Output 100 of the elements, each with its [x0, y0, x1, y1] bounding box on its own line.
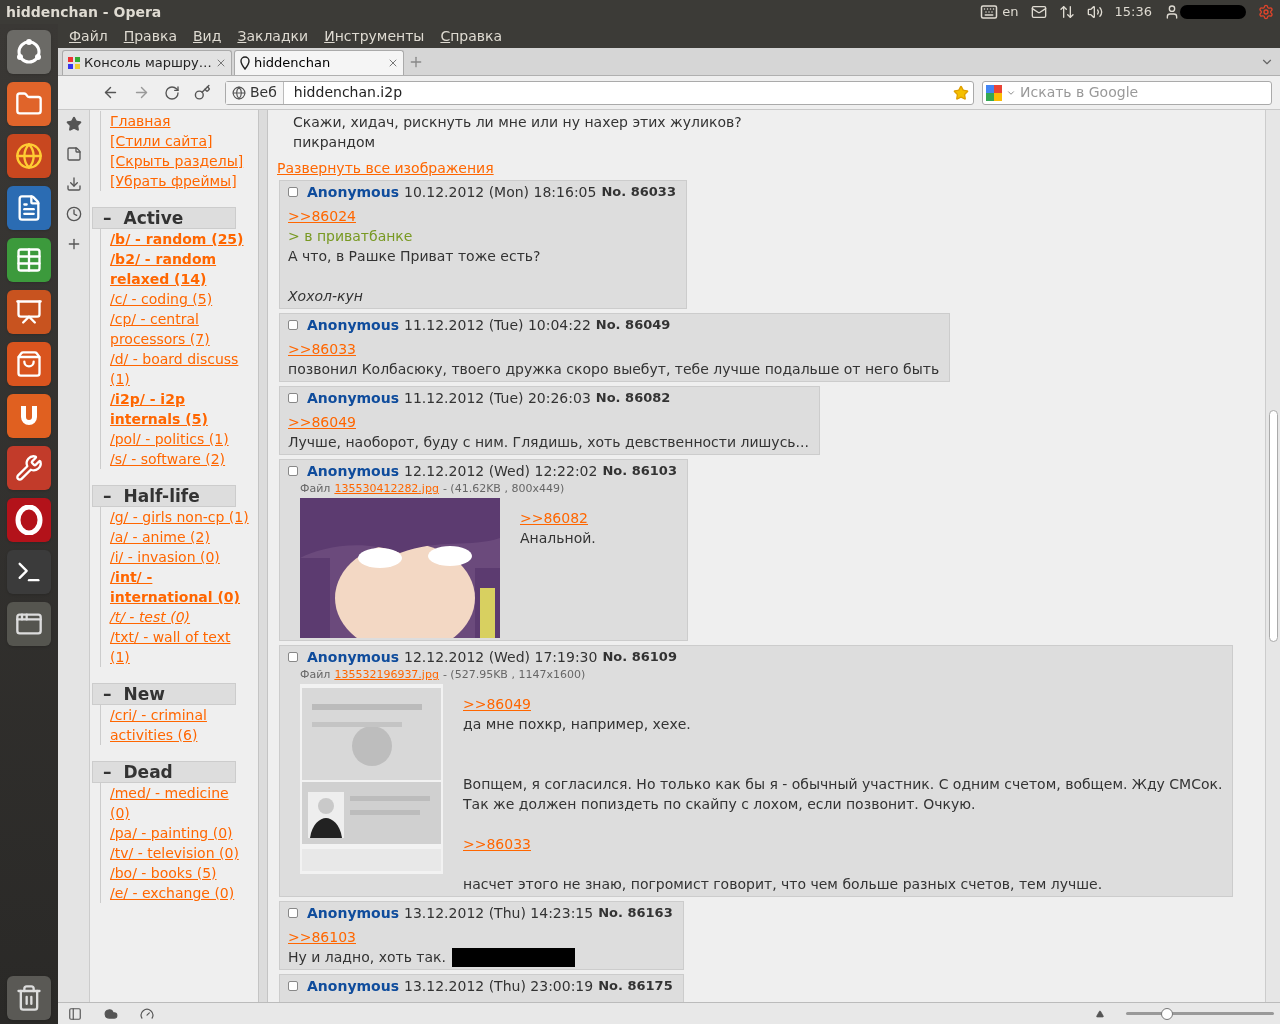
section-header[interactable]: – Active	[92, 207, 236, 229]
board-link[interactable]: /txt/ - wall of text (1)	[110, 627, 250, 667]
cloud-icon[interactable]	[104, 1006, 118, 1021]
reply-link[interactable]: >>86049	[288, 414, 356, 430]
board-link[interactable]: /b/ - random (25)	[110, 229, 244, 249]
back-icon[interactable]	[102, 84, 119, 101]
menu-item[interactable]: Правка	[123, 25, 177, 47]
site-info-button[interactable]: Веб	[226, 81, 284, 104]
power-gear-icon[interactable]	[1258, 4, 1274, 20]
clock[interactable]: 15:36	[1114, 2, 1152, 22]
sidebar-link[interactable]: [Стили сайта]	[110, 131, 213, 151]
menu-item[interactable]: Файл	[69, 25, 108, 47]
star-icon[interactable]	[65, 116, 82, 132]
select-checkbox[interactable]	[288, 981, 298, 991]
download-icon[interactable]	[65, 176, 82, 192]
reply-link[interactable]: >>86049	[463, 696, 531, 712]
browser-icon[interactable]	[7, 134, 51, 178]
note-icon[interactable]	[65, 146, 82, 162]
magnet-icon[interactable]	[7, 394, 51, 438]
shopping-bag-icon[interactable]	[7, 342, 51, 386]
sidebar-link[interactable]: [Убрать фреймы]	[110, 171, 237, 191]
mail-icon[interactable]	[1030, 4, 1047, 20]
post-number[interactable]: No. 86082	[595, 388, 671, 408]
board-link[interactable]: /t/ - test (0)	[110, 607, 191, 627]
file-link[interactable]: 135530412282.jpg	[334, 481, 439, 496]
folder-icon[interactable]	[7, 82, 51, 126]
sidebar-link[interactable]: Главная	[110, 111, 171, 131]
post-number[interactable]: No. 86163	[598, 903, 673, 923]
close-icon[interactable]	[387, 57, 399, 69]
volume-icon[interactable]	[1086, 4, 1103, 20]
search-field[interactable]: Искать в Google	[982, 80, 1272, 105]
board-link[interactable]: /med/ - medicine (0)	[110, 783, 250, 823]
presentation-icon[interactable]	[7, 290, 51, 334]
board-link[interactable]: /a/ - anime (2)	[110, 527, 210, 547]
board-link[interactable]: /s/ - software (2)	[110, 449, 226, 469]
bookmark-star-icon[interactable]	[953, 84, 969, 101]
post-number[interactable]: No. 86103	[602, 461, 677, 481]
tab[interactable]: hiddenchan	[234, 50, 404, 75]
board-link[interactable]: /cri/ - criminal activities (6)	[110, 705, 250, 745]
board-link[interactable]: /tv/ - television (0)	[110, 843, 239, 863]
board-link[interactable]: /cp/ - central processors (7)	[110, 309, 250, 349]
panel-toggle-icon[interactable]	[68, 1006, 82, 1021]
section-header[interactable]: – Half-life	[92, 485, 236, 507]
speedometer-icon[interactable]	[140, 1006, 154, 1021]
board-link[interactable]: /pa/ - painting (0)	[110, 823, 233, 843]
sidebar-link[interactable]: [Скрыть разделы]	[110, 151, 244, 171]
keyboard-icon[interactable]	[980, 3, 999, 21]
select-checkbox[interactable]	[288, 652, 298, 662]
scrollbar[interactable]	[1265, 110, 1280, 1002]
menu-item[interactable]: Вид	[193, 25, 222, 47]
reply-link[interactable]: >>86033	[463, 836, 531, 852]
document-icon[interactable]	[7, 186, 51, 230]
close-icon[interactable]	[215, 57, 227, 69]
board-link[interactable]: /bo/ - books (5)	[110, 863, 217, 883]
keyboard-layout[interactable]: en	[1002, 2, 1019, 22]
menu-item[interactable]: Справка	[440, 25, 503, 47]
board-link[interactable]: /e/ - exchange (0)	[110, 883, 235, 903]
menu-item[interactable]: Закладки	[237, 25, 309, 47]
circle-logo-icon[interactable]	[7, 30, 51, 74]
select-checkbox[interactable]	[288, 320, 298, 330]
select-checkbox[interactable]	[288, 908, 298, 918]
reply-link[interactable]: >>86033	[288, 341, 356, 357]
select-checkbox[interactable]	[288, 187, 298, 197]
zoom-slider-thumb[interactable]	[1161, 1007, 1174, 1020]
post-number[interactable]: No. 86109	[602, 647, 677, 667]
key-icon[interactable]	[194, 84, 211, 101]
search-input[interactable]: Искать в Google	[1020, 82, 1268, 103]
tab[interactable]: Консоль маршру…	[62, 50, 232, 75]
post-number[interactable]: No. 86175	[598, 976, 673, 996]
select-checkbox[interactable]	[288, 466, 298, 476]
expand-images-link[interactable]: Развернуть все изображения	[277, 158, 494, 178]
zoom-slider[interactable]	[1126, 1006, 1274, 1021]
file-link[interactable]: 135532196937.jpg	[334, 667, 439, 682]
board-link[interactable]: /int/ - international (0)	[110, 567, 250, 607]
board-link[interactable]: /i/ - invasion (0)	[110, 547, 220, 567]
board-link[interactable]: /pol/ - politics (1)	[110, 429, 229, 449]
clock-icon[interactable]	[65, 206, 82, 222]
menu-item[interactable]: Инструменты	[324, 25, 425, 47]
post-number[interactable]: No. 86033	[601, 182, 676, 202]
search-engine-icon[interactable]	[986, 84, 1002, 101]
user-icon[interactable]	[1164, 4, 1180, 20]
ring-icon[interactable]	[7, 498, 51, 542]
reply-link[interactable]: >>86024	[288, 208, 356, 224]
terminal-icon[interactable]	[7, 550, 51, 594]
section-header[interactable]: – Dead	[92, 761, 236, 783]
reply-link[interactable]: >>86103	[288, 929, 356, 945]
trash-icon[interactable]	[7, 976, 51, 1020]
post-number[interactable]: No. 86049	[595, 315, 671, 335]
network-icon[interactable]	[1058, 4, 1075, 20]
board-link[interactable]: /i2p/ - i2p internals (5)	[110, 389, 250, 429]
board-link[interactable]: /c/ - coding (5)	[110, 289, 213, 309]
up-arrow-icon[interactable]	[1096, 1009, 1104, 1018]
scrollbar-thumb[interactable]	[1268, 410, 1278, 642]
spreadsheet-icon[interactable]	[7, 238, 51, 282]
board-link[interactable]: /g/ - girls non-cp (1)	[110, 507, 249, 527]
wrench-icon[interactable]	[7, 446, 51, 490]
board-link[interactable]: /d/ - board discuss (1)	[110, 349, 250, 389]
board-link[interactable]: /b2/ - random relaxed (14)	[110, 249, 250, 289]
reload-icon[interactable]	[164, 84, 180, 101]
select-checkbox[interactable]	[288, 393, 298, 403]
